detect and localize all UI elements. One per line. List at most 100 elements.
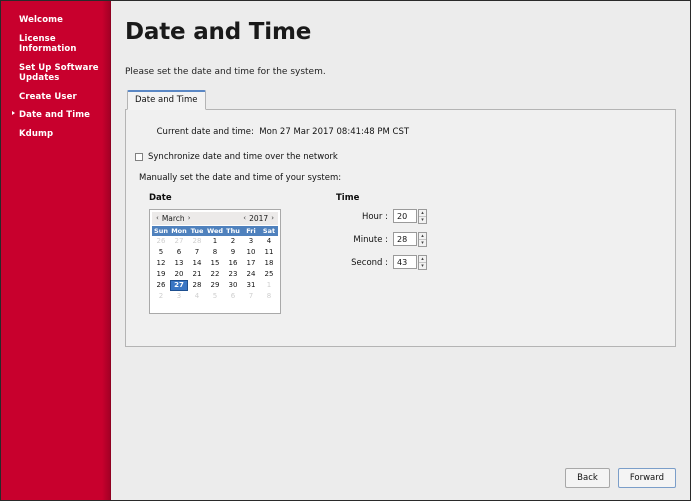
weekday-header: Tue: [188, 226, 206, 236]
calendar-day-selected[interactable]: 27: [170, 280, 188, 291]
sidebar-item-set-up-software-updates[interactable]: Set Up Software Updates: [1, 61, 110, 86]
calendar-day[interactable]: 10: [242, 247, 260, 258]
second-input[interactable]: 43: [393, 255, 417, 269]
calendar-day[interactable]: 5: [152, 247, 170, 258]
calendar-day-adjacent[interactable]: 7: [242, 291, 260, 302]
next-year-icon[interactable]: ›: [269, 212, 276, 225]
calendar-day[interactable]: 28: [188, 280, 206, 291]
calendar-day[interactable]: 18: [260, 258, 278, 269]
calendar-day-adjacent[interactable]: 27: [170, 236, 188, 247]
calendar-day[interactable]: 16: [224, 258, 242, 269]
hour-stepper[interactable]: 20 ▴ ▾: [393, 209, 427, 224]
sidebar-item-label: Kdump: [19, 128, 54, 139]
calendar-day[interactable]: 1: [206, 236, 224, 247]
date-column: Date ‹ March › ‹ 2017 › Sun Mon Tue Wed …: [149, 193, 324, 314]
calendar-day[interactable]: 24: [242, 269, 260, 280]
prev-year-icon[interactable]: ‹: [241, 212, 248, 225]
back-button[interactable]: Back: [565, 468, 610, 488]
calendar-day[interactable]: 13: [170, 258, 188, 269]
sidebar-item-welcome[interactable]: Welcome: [1, 13, 110, 28]
calendar-day-adjacent[interactable]: 4: [188, 291, 206, 302]
sidebar-item-label: Set Up Software Updates: [19, 62, 99, 84]
calendar-week-row: 26 27 28 29 30 31 1: [152, 280, 278, 291]
calendar-day[interactable]: 8: [206, 247, 224, 258]
sidebar-item-create-user[interactable]: Create User: [1, 90, 110, 105]
calendar-day[interactable]: 7: [188, 247, 206, 258]
calendar-day[interactable]: 11: [260, 247, 278, 258]
calendar-day-adjacent[interactable]: 5: [206, 291, 224, 302]
calendar-day[interactable]: 9: [224, 247, 242, 258]
tab-strip: Date and Time: [125, 90, 676, 110]
calendar-day-adjacent[interactable]: 1: [260, 280, 278, 291]
calendar-day-adjacent[interactable]: 8: [260, 291, 278, 302]
second-stepper-buttons[interactable]: ▴ ▾: [418, 255, 427, 270]
second-stepper[interactable]: 43 ▴ ▾: [393, 255, 427, 270]
stepper-up-icon[interactable]: ▴: [419, 256, 426, 263]
next-month-icon[interactable]: ›: [186, 212, 193, 225]
tab-date-and-time[interactable]: Date and Time: [127, 90, 206, 110]
calendar-day[interactable]: 12: [152, 258, 170, 269]
sidebar: Welcome License Information Set Up Softwa…: [1, 1, 111, 500]
calendar-day[interactable]: 30: [224, 280, 242, 291]
second-row: Second : 43 ▴ ▾: [336, 255, 427, 270]
hour-stepper-buttons[interactable]: ▴ ▾: [418, 209, 427, 224]
weekday-header: Fri: [242, 226, 260, 236]
calendar-day[interactable]: 25: [260, 269, 278, 280]
calendar-day[interactable]: 14: [188, 258, 206, 269]
calendar-day[interactable]: 17: [242, 258, 260, 269]
page-subtitle: Please set the date and time for the sys…: [125, 67, 326, 77]
stepper-up-icon[interactable]: ▴: [419, 210, 426, 217]
calendar-day-adjacent[interactable]: 6: [224, 291, 242, 302]
calendar-widget[interactable]: ‹ March › ‹ 2017 › Sun Mon Tue Wed Thu F…: [149, 209, 281, 314]
minute-stepper[interactable]: 28 ▴ ▾: [393, 232, 427, 247]
calendar-day[interactable]: 23: [224, 269, 242, 280]
stepper-up-icon[interactable]: ▴: [419, 233, 426, 240]
calendar-day[interactable]: 29: [206, 280, 224, 291]
calendar-day-adjacent[interactable]: 3: [170, 291, 188, 302]
time-column: Time Hour : 20 ▴ ▾ Minute : 28 ▴ ▾ Secon…: [336, 193, 427, 314]
calendar-grid: Sun Mon Tue Wed Thu Fri Sat 26 27 28 1 2 3 4 5 6…: [152, 226, 278, 302]
calendar-day[interactable]: 21: [188, 269, 206, 280]
sidebar-item-license-information[interactable]: License Information: [1, 32, 110, 57]
manual-set-label: Manually set the date and time of your s…: [139, 173, 342, 183]
weekday-header: Mon: [170, 226, 188, 236]
minute-row: Minute : 28 ▴ ▾: [336, 232, 427, 247]
sidebar-item-date-and-time[interactable]: Date and Time: [1, 108, 110, 123]
footer-buttons: Back Forward: [565, 468, 676, 488]
calendar-day[interactable]: 2: [224, 236, 242, 247]
calendar-day[interactable]: 20: [170, 269, 188, 280]
calendar-day[interactable]: 15: [206, 258, 224, 269]
calendar-day[interactable]: 4: [260, 236, 278, 247]
minute-input[interactable]: 28: [393, 232, 417, 246]
calendar-day[interactable]: 6: [170, 247, 188, 258]
content-area: Date and Time Please set the date and ti…: [111, 1, 690, 500]
current-date-time-row: Current date and time: Mon 27 Mar 2017 0…: [135, 117, 666, 147]
calendar-day-adjacent[interactable]: 2: [152, 291, 170, 302]
minute-stepper-buttons[interactable]: ▴ ▾: [418, 232, 427, 247]
forward-button[interactable]: Forward: [617, 468, 676, 488]
tab-label: Date and Time: [135, 95, 198, 105]
calendar-day[interactable]: 31: [242, 280, 260, 291]
calendar-day[interactable]: 19: [152, 269, 170, 280]
hour-input[interactable]: 20: [393, 209, 417, 223]
sidebar-item-label: License Information: [19, 33, 77, 55]
active-marker-icon: [12, 111, 15, 115]
stepper-down-icon[interactable]: ▾: [419, 240, 426, 246]
sync-checkbox-row[interactable]: Synchronize date and time over the netwo…: [135, 152, 666, 162]
sync-checkbox[interactable]: [135, 153, 143, 161]
current-date-time-value: Mon 27 Mar 2017 08:41:48 PM CST: [259, 127, 410, 137]
calendar-day[interactable]: 3: [242, 236, 260, 247]
calendar-day-adjacent[interactable]: 28: [188, 236, 206, 247]
calendar-week-row: 5 6 7 8 9 10 11: [152, 247, 278, 258]
sync-checkbox-label: Synchronize date and time over the netwo…: [148, 152, 338, 162]
calendar-day-adjacent[interactable]: 26: [152, 236, 170, 247]
weekday-header: Thu: [224, 226, 242, 236]
stepper-down-icon[interactable]: ▾: [419, 217, 426, 223]
calendar-day[interactable]: 26: [152, 280, 170, 291]
calendar-week-row: 12 13 14 15 16 17 18: [152, 258, 278, 269]
sidebar-item-kdump[interactable]: Kdump: [1, 127, 110, 142]
hour-label: Hour :: [361, 211, 388, 222]
prev-month-icon[interactable]: ‹: [154, 212, 161, 225]
calendar-day[interactable]: 22: [206, 269, 224, 280]
stepper-down-icon[interactable]: ▾: [419, 263, 426, 269]
